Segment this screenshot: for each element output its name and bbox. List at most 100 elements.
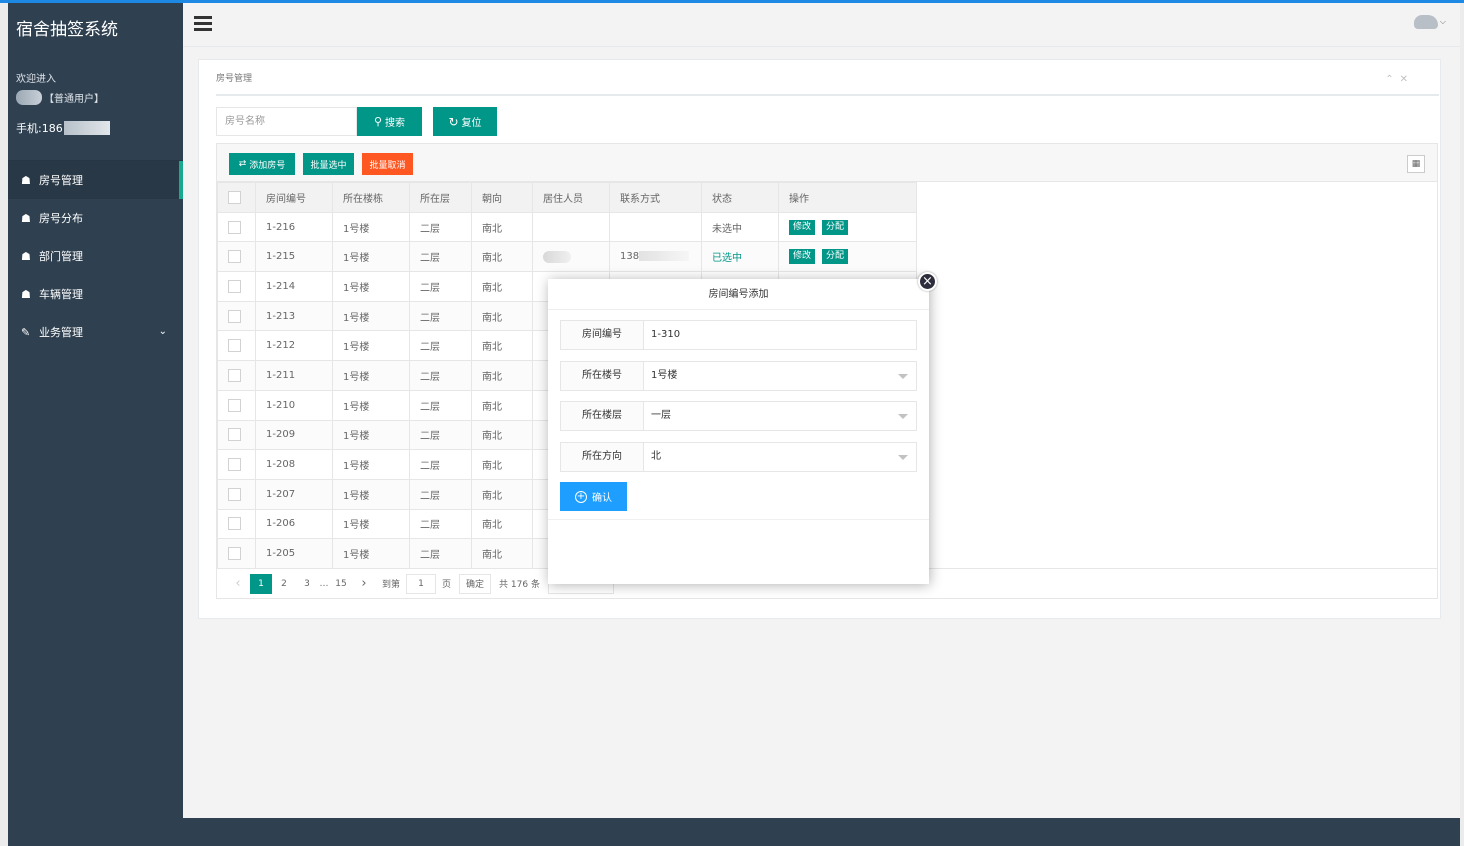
add-room-button[interactable]: ⇄ 添加房号 [229, 153, 295, 175]
row-checkbox[interactable] [228, 517, 241, 531]
row-checkbox[interactable] [228, 547, 241, 561]
floor-select[interactable]: 一层 [651, 402, 901, 430]
table-toolbar: ⇄ 添加房号 批量选中 批量取消 ▦ [217, 144, 1437, 182]
resident-cell [532, 241, 610, 273]
goto-confirm-button[interactable]: 确定 [459, 573, 492, 594]
direction-select[interactable]: 北 [651, 443, 901, 471]
plus-circle-icon: + [575, 490, 587, 503]
room-cell: 1-205 [255, 538, 333, 569]
row-select-cell [217, 211, 256, 243]
phone-redacted [63, 121, 110, 135]
building-select[interactable]: 1号楼 [651, 362, 901, 390]
row-select-cell [217, 508, 256, 540]
reset-button[interactable]: ↻ 复位 [433, 107, 497, 136]
close-icon[interactable]: × [918, 272, 937, 291]
table-row: 1-216 1号楼 二层 南北 未选中 修改 分配 [217, 211, 917, 243]
sidebar-item-room-distribution[interactable]: ☗ 房号分布 [8, 199, 183, 237]
search-icon: ⚲ [373, 115, 383, 128]
room-cell: 1-214 [255, 271, 333, 302]
status-cell: 已选中 [701, 241, 779, 273]
page-button-15[interactable]: 15 [330, 574, 352, 594]
building-cell: 1号楼 [332, 478, 410, 510]
resident-cell [532, 211, 610, 243]
sidebar-item-vehicle[interactable]: ☗ 车辆管理 [8, 275, 183, 313]
sidebar-item-label: 房号分布 [39, 212, 83, 225]
prev-page-button[interactable]: ‹ [227, 574, 249, 594]
collapse-icon[interactable]: ⌃ [1385, 74, 1399, 85]
row-checkbox[interactable] [228, 220, 241, 234]
confirm-button[interactable]: + 确认 [560, 482, 627, 511]
batch-cancel-button[interactable]: 批量取消 [362, 153, 413, 175]
floor-cell: 二层 [409, 300, 472, 332]
row-checkbox[interactable] [228, 279, 241, 293]
edit-button[interactable]: 修改 [789, 249, 816, 265]
direction-cell: 南北 [471, 449, 533, 480]
column-header[interactable]: 朝向 [471, 182, 533, 213]
user-menu[interactable]: ⌵ [1413, 15, 1446, 29]
room-cell: 1-215 [255, 241, 333, 273]
row-select-cell [217, 360, 256, 391]
column-header[interactable]: 所在层 [409, 182, 472, 213]
direction-cell: 南北 [471, 300, 533, 332]
building-cell: 1号楼 [332, 419, 410, 451]
select-all-checkbox[interactable] [228, 190, 241, 204]
row-select-cell [217, 330, 256, 362]
row-checkbox[interactable] [228, 250, 241, 264]
floor-cell: 二层 [409, 538, 472, 569]
assign-button[interactable]: 分配 [822, 249, 849, 265]
page-button-2[interactable]: 2 [273, 574, 295, 594]
row-checkbox[interactable] [228, 458, 241, 472]
column-header[interactable]: 联系方式 [609, 182, 702, 213]
row-checkbox[interactable] [228, 487, 241, 501]
room-number-input[interactable]: 1-310 [651, 321, 911, 349]
page-unit-label: 页 [442, 580, 452, 590]
assign-button[interactable]: 分配 [822, 219, 849, 235]
chevron-down-icon: ⌵ [1439, 17, 1446, 26]
page-button-3[interactable]: 3 [296, 574, 318, 594]
menu-toggle-icon[interactable] [194, 16, 212, 32]
column-header[interactable]: 状态 [701, 182, 779, 213]
sidebar-item-label: 业务管理 [39, 326, 83, 339]
row-checkbox[interactable] [228, 339, 241, 353]
chevron-down-icon [898, 414, 908, 419]
status-cell: 未选中 [701, 211, 779, 243]
phone-redacted [639, 251, 690, 262]
phone-cell [609, 211, 702, 243]
column-header[interactable]: 房间编号 [255, 182, 333, 213]
floor-cell: 二层 [409, 211, 472, 243]
sidebar-item-department[interactable]: ☗ 部门管理 [8, 237, 183, 275]
column-header[interactable]: 所在楼栋 [332, 182, 410, 213]
column-header[interactable]: 居住人员 [532, 182, 610, 213]
page-button-1[interactable]: 1 [250, 573, 272, 594]
home-icon: ☗ [21, 173, 31, 187]
row-checkbox[interactable] [228, 368, 241, 382]
edit-icon: ✎ [21, 325, 31, 339]
sidebar-item-room-management[interactable]: ☗ 房号管理 [8, 161, 183, 199]
column-filter-icon[interactable]: ▦ [1407, 155, 1425, 173]
bottom-bar [183, 818, 1460, 846]
dialog-divider [548, 519, 929, 520]
home-icon: ☗ [21, 211, 31, 225]
goto-page-input[interactable]: 1 [406, 573, 437, 594]
sidebar-item-label: 车辆管理 [39, 288, 83, 301]
close-icon[interactable]: ✕ [1400, 74, 1414, 85]
building-cell: 1号楼 [332, 330, 410, 362]
batch-select-button[interactable]: 批量选中 [303, 153, 354, 175]
search-button[interactable]: ⚲ 搜索 [357, 107, 422, 136]
next-page-button[interactable]: › [353, 574, 375, 594]
row-checkbox[interactable] [228, 309, 241, 323]
room-name-search-input[interactable]: 房号名称 [216, 107, 357, 136]
direction-cell: 南北 [471, 330, 533, 362]
floor-cell: 二层 [409, 389, 472, 421]
top-bar: ⌵ [183, 3, 1460, 47]
page-ellipsis: … [319, 578, 329, 589]
sidebar-item-label: 房号管理 [39, 174, 83, 187]
row-checkbox[interactable] [228, 428, 241, 442]
edit-button[interactable]: 修改 [789, 219, 816, 235]
user-avatar-icon [1413, 15, 1438, 29]
direction-cell: 南北 [471, 389, 533, 421]
column-header[interactable]: 操作 [778, 182, 917, 213]
row-checkbox[interactable] [228, 398, 241, 412]
panel-title: 房号管理 [216, 74, 253, 84]
sidebar-item-business[interactable]: ✎ 业务管理 ⌄ [8, 313, 183, 351]
